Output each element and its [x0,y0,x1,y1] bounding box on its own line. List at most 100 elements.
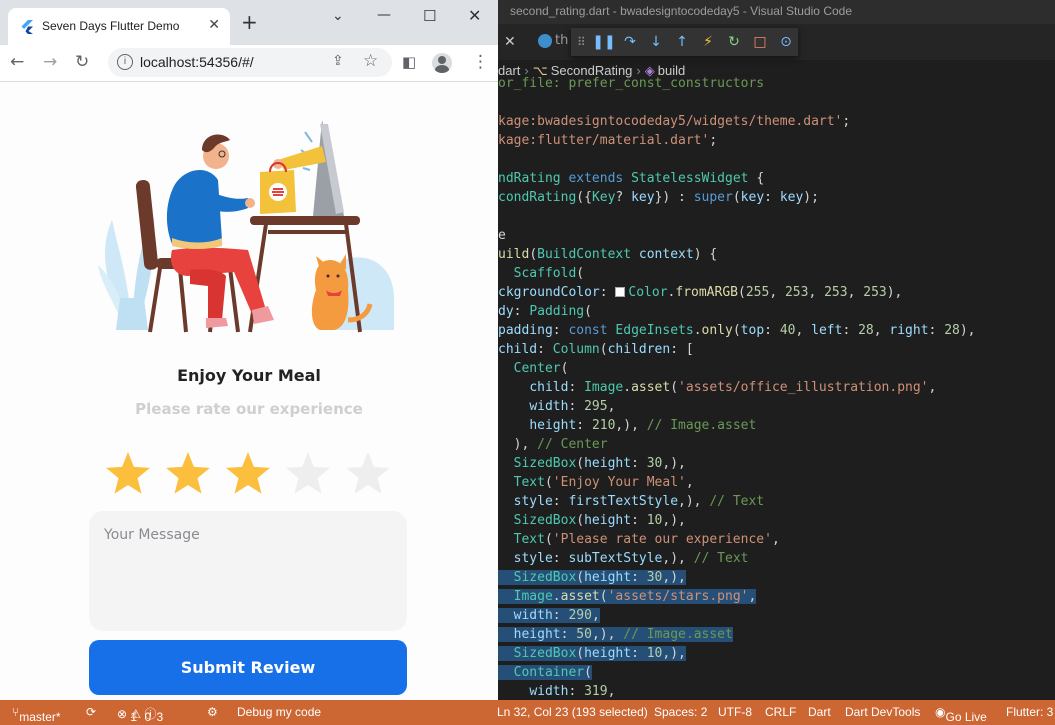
code-line-text: child: Image.asset('assets/office_illust… [529,380,937,395]
hot-reload-icon[interactable]: ⚡ [697,31,719,53]
status-devtools[interactable]: Dart DevTools [845,705,920,719]
code-line[interactable] [498,93,1055,112]
code-line[interactable]: style: firstTextStyle,), // Text [498,492,1055,511]
forward-icon[interactable]: → [43,52,57,72]
code-line[interactable]: ckgroundColor: Color.fromARGB(255, 253, … [498,283,1055,302]
code-line[interactable]: height: 210,), // Image.asset [498,416,1055,435]
tab-strip: Seven Days Flutter Demo ✕ + ⌄ — ☐ ✕ [0,0,498,45]
bookmark-star-icon[interactable]: ☆ [363,51,378,71]
star-empty-icon[interactable] [346,452,390,494]
menu-kebab-icon[interactable]: ⋮ [472,52,489,72]
star-filled-icon[interactable] [166,452,210,494]
step-into-icon[interactable]: ↓ [645,31,667,53]
status-flutter[interactable]: Flutter: 3 [1006,705,1053,719]
message-field[interactable] [89,511,407,631]
code-line[interactable]: kage:flutter/material.dart'; [498,131,1055,150]
code-line[interactable]: height: 50,), // Image.asset [498,625,1055,644]
code-line[interactable]: padding: const EdgeInsets.only(top: 40, … [498,321,1055,340]
restart-icon[interactable]: ↻ [723,31,745,53]
code-line[interactable]: ndRating extends StatelessWidget { [498,169,1055,188]
pause-icon[interactable]: ❚❚ [592,31,615,53]
code-editor[interactable]: or_file: prefer_const_constructors kage:… [498,74,1055,700]
new-tab-icon[interactable]: + [241,12,258,32]
debug-icon[interactable]: ⚙ [207,705,218,719]
address-bar[interactable]: i localhost:54356/#/ ⇪ ☆ [108,48,392,77]
code-line[interactable] [498,207,1055,226]
status-problems[interactable]: ⊗ 1 ⚠ 0 ⓘ 3 [117,705,163,724]
code-line[interactable]: Container( [498,663,1055,682]
status-spaces[interactable]: Spaces: 2 [654,705,707,719]
sync-icon[interactable]: ⟳ [86,705,96,719]
browser-toolbar: ← → ↻ i localhost:54356/#/ ⇪ ☆ ◧ ⋮ [0,45,498,82]
code-line[interactable]: style: subTextStyle,), // Text [498,549,1055,568]
code-line[interactable]: width: 319, [498,682,1055,700]
step-over-icon[interactable]: ↷ [619,31,641,53]
code-line[interactable]: SizedBox(height: 10,), [498,644,1055,663]
status-debug[interactable]: Debug my code [237,705,321,719]
color-swatch-icon[interactable] [615,287,626,297]
inspect-icon[interactable]: ⊙ [775,31,797,53]
code-line[interactable]: SizedBox(height: 30,), [498,568,1055,587]
back-icon[interactable]: ← [10,52,24,72]
submit-review-button[interactable]: Submit Review [89,640,407,695]
close-tab-icon[interactable]: ✕ [208,17,220,33]
browser-tab-title: Seven Days Flutter Demo [42,19,180,33]
code-line[interactable]: dy: Padding( [498,302,1055,321]
code-line[interactable]: width: 295, [498,397,1055,416]
star-empty-icon[interactable] [286,452,330,494]
info-icon[interactable]: i [117,54,133,70]
code-line[interactable]: e [498,226,1055,245]
minimize-icon[interactable]: — [377,7,391,23]
code-line-text: kage:bwadesigntocodeday5/widgets/theme.d… [498,114,851,129]
url-text[interactable]: localhost:54356/#/ [140,54,254,70]
code-line[interactable]: kage:bwadesigntocodeday5/widgets/theme.d… [498,112,1055,131]
browser-tab[interactable]: Seven Days Flutter Demo ✕ [8,8,230,45]
editor-tab[interactable]: th [538,33,568,48]
code-line[interactable]: uild(BuildContext context) { [498,245,1055,264]
profile-avatar[interactable] [432,53,452,73]
star-rating[interactable] [100,448,400,498]
drag-handle-icon[interactable]: ⠿ [577,35,589,49]
chevron-down-icon[interactable]: ⌄ [332,8,344,24]
code-line[interactable] [498,150,1055,169]
share-icon[interactable]: ⇪ [332,53,344,69]
code-line-text: width: 290, [498,608,600,623]
code-line[interactable]: SizedBox(height: 10,), [498,511,1055,530]
code-line-text: Center( [513,361,569,376]
code-line-text: width: 319, [529,684,616,699]
code-line[interactable]: Image.asset('assets/stars.png', [498,587,1055,606]
status-golive[interactable]: ◉ Go Live [935,705,987,724]
reload-icon[interactable]: ↻ [75,52,89,72]
code-line[interactable]: or_file: prefer_const_constructors [498,74,1055,93]
code-line[interactable]: Text('Please rate our experience', [498,530,1055,549]
code-line[interactable]: child: Image.asset('assets/office_illust… [498,378,1055,397]
code-line-text: ckgroundColor: Color.fromARGB(255, 253, … [498,285,903,300]
star-filled-icon[interactable] [226,452,270,494]
status-cursor[interactable]: Ln 32, Col 23 (193 selected) [497,705,648,719]
code-line[interactable]: condRating({Key? key}) : super(key: key)… [498,188,1055,207]
status-eol[interactable]: CRLF [765,705,796,719]
status-branch[interactable]: ⑂ master* [12,705,61,724]
close-icon[interactable]: ✕ [504,34,516,50]
message-input[interactable] [89,511,407,631]
code-line[interactable]: ), // Center [498,435,1055,454]
app-viewport: Enjoy Your Meal Please rate our experien… [0,82,498,700]
flutter-icon [21,20,33,34]
code-line[interactable]: child: Column(children: [ [498,340,1055,359]
close-window-icon[interactable]: ✕ [468,6,481,25]
status-encoding[interactable]: UTF-8 [718,705,752,719]
code-line[interactable]: Text('Enjoy Your Meal', [498,473,1055,492]
maximize-icon[interactable]: ☐ [423,7,436,25]
star-filled-icon[interactable] [106,452,150,494]
step-out-icon[interactable]: ↑ [671,31,693,53]
status-language[interactable]: Dart [808,705,831,719]
code-line-text: SizedBox(height: 10,), [498,646,686,661]
page-subtitle: Please rate our experience [135,400,363,418]
code-line[interactable]: SizedBox(height: 30,), [498,454,1055,473]
stop-icon[interactable]: □ [749,31,771,53]
code-line[interactable]: width: 290, [498,606,1055,625]
code-line[interactable]: Center( [498,359,1055,378]
code-line[interactable]: Scaffold( [498,264,1055,283]
side-panel-icon[interactable]: ◧ [402,52,416,72]
